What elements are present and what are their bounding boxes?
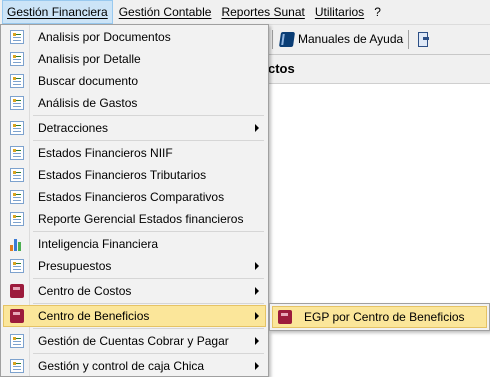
menu-item-reporte-gerencial[interactable]: Reporte Gerencial Estados financieros [3,208,266,230]
menu-separator [33,278,264,279]
menu-utilitarios[interactable]: Utilitarios [311,0,368,24]
menu-separator [33,140,264,141]
document-icon [10,359,24,373]
menu-gestion-contable[interactable]: Gestión Contable [115,0,216,24]
submenu-arrow-icon [255,124,259,132]
menu-item-label: EGP por Centro de Beneficios [304,310,465,324]
document-icon [10,96,24,110]
menu-separator [33,303,264,304]
toolbar-separator [408,30,409,49]
menu-item-gestion-cuentas-cobrar-pagar[interactable]: Gestión de Cuentas Cobrar y Pagar [3,330,266,352]
menu-item-analisis-por-detalle[interactable]: Analisis por Detalle [3,48,266,70]
toolbar-separator [272,30,273,49]
menu-separator [33,353,264,354]
menu-item-label: Presupuestos [38,259,112,273]
bar-chart-icon [10,237,24,251]
menu-item-label: Gestión de Cuentas Cobrar y Pagar [38,334,229,348]
menu-item-label: Análisis de Gastos [38,96,138,110]
menu-separator [33,231,264,232]
menu-item-label: Estados Financieros Comparativos [38,190,225,204]
menu-item-label: Centro de Costos [38,284,132,298]
menu-item-label: Buscar documento [38,74,139,88]
exit-button[interactable] [416,29,430,49]
menu-item-inteligencia-financiera[interactable]: Inteligencia Financiera [3,233,266,255]
document-icon [10,52,24,66]
document-icon [10,168,24,182]
book-icon [10,284,24,298]
menu-item-centro-de-costos[interactable]: Centro de Costos [3,280,266,302]
document-icon [10,74,24,88]
manual-book-icon [278,31,296,47]
menu-item-estados-financieros-comparativos[interactable]: Estados Financieros Comparativos [3,186,266,208]
menu-item-egp-por-centro-de-beneficios[interactable]: EGP por Centro de Beneficios [272,306,487,328]
window-title: ctos [268,61,295,76]
book-icon [10,309,24,323]
menubar: Gestión Financiera Gestión Contable Repo… [0,0,490,25]
exit-door-icon [416,31,430,47]
menu-item-label: Reporte Gerencial Estados financieros [38,212,244,226]
menu-reportes-sunat[interactable]: Reportes Sunat [217,0,308,24]
menu-item-estados-financieros-niif[interactable]: Estados Financieros NIIF [3,142,266,164]
menu-item-label: Estados Financieros Tributarios [38,168,207,182]
submenu-arrow-icon [255,362,259,370]
menu-item-centro-de-beneficios[interactable]: Centro de Beneficios [3,305,266,327]
menu-item-label: Estados Financieros NIIF [38,146,173,160]
menu-item-estados-financieros-tributarios[interactable]: Estados Financieros Tributarios [3,164,266,186]
menu-help[interactable]: ? [370,0,385,24]
gestion-financiera-dropdown: Analisis por Documentos Analisis por Det… [0,24,269,377]
document-icon [10,334,24,348]
menu-item-label: Inteligencia Financiera [38,237,159,251]
document-icon [10,190,24,204]
menu-item-analisis-por-documentos[interactable]: Analisis por Documentos [3,26,266,48]
menu-item-label: Analisis por Detalle [38,52,141,66]
menu-gestion-financiera[interactable]: Gestión Financiera [2,0,113,24]
document-icon [10,30,24,44]
menu-item-analisis-de-gastos[interactable]: Análisis de Gastos [3,92,266,114]
book-icon [278,310,292,324]
menu-item-presupuestos[interactable]: Presupuestos [3,255,266,277]
menu-item-label: Detracciones [38,121,109,135]
document-icon [10,212,24,226]
menu-separator [33,115,264,116]
submenu-arrow-icon [255,312,259,320]
submenu-arrow-icon [255,337,259,345]
document-icon [10,121,24,135]
manuales-de-ayuda-button[interactable]: Manuales de Ayuda [278,29,404,49]
menu-item-gestion-caja-chica[interactable]: Gestión y control de caja Chica [3,355,266,377]
document-icon [10,259,24,273]
centro-de-beneficios-submenu: EGP por Centro de Beneficios [269,303,490,331]
menu-item-buscar-documento[interactable]: Buscar documento [3,70,266,92]
submenu-arrow-icon [255,262,259,270]
submenu-arrow-icon [255,287,259,295]
menu-item-label: Centro de Beneficios [38,309,150,323]
manuales-de-ayuda-label: Manuales de Ayuda [298,32,404,46]
menu-separator [33,328,264,329]
document-icon [10,146,24,160]
menu-item-label: Analisis por Documentos [38,30,171,44]
menu-item-detracciones[interactable]: Detracciones [3,117,266,139]
menu-item-label: Gestión y control de caja Chica [38,359,205,373]
